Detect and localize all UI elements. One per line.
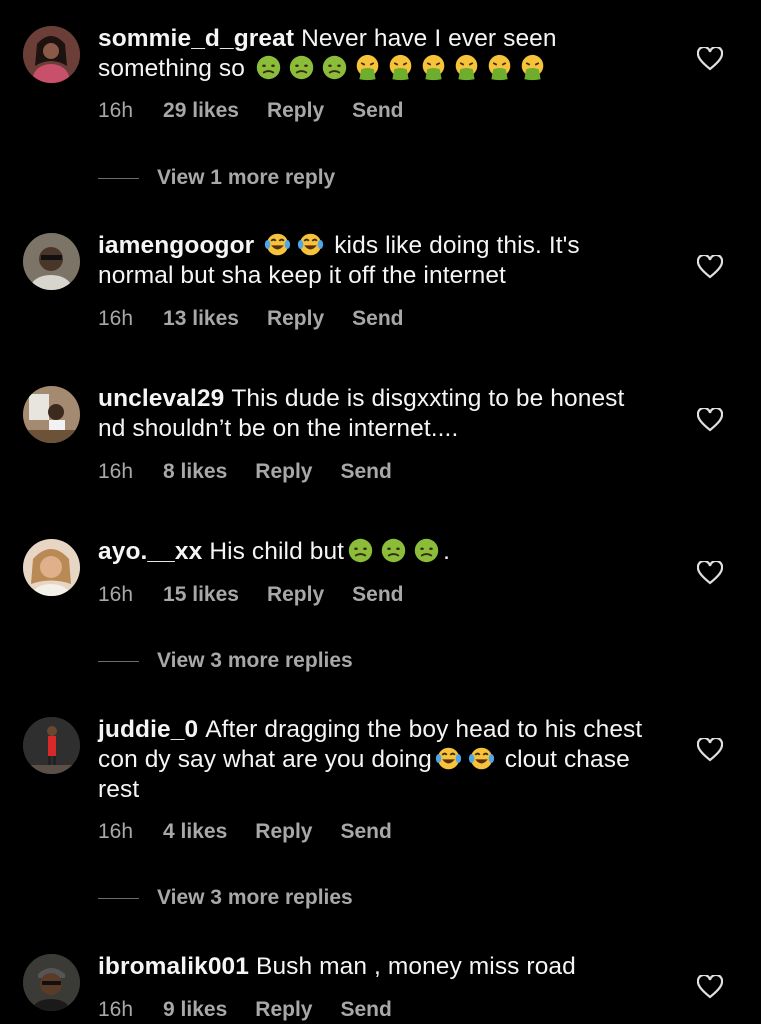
username[interactable]: ibromalik001 [98, 953, 249, 980]
tears-of-joy-icon [435, 745, 462, 772]
avatar[interactable] [23, 26, 80, 83]
timestamp: 16h [98, 820, 134, 843]
tears-of-joy-icon [468, 745, 495, 772]
view-more-replies[interactable]: View 1 more reply [98, 166, 335, 190]
tears-of-joy-icon [264, 231, 291, 258]
like-heart-icon[interactable] [697, 255, 723, 279]
timestamp: 16h [98, 99, 134, 122]
comment-meta: 16h 29 likes Reply Send [98, 99, 431, 123]
avatar[interactable] [23, 954, 80, 1011]
divider [98, 897, 139, 899]
nauseated-face-icon [413, 537, 440, 564]
avatar[interactable] [23, 233, 80, 290]
send-button[interactable]: Send [340, 998, 391, 1021]
likes-count[interactable]: 4 likes [163, 820, 227, 843]
likes-count[interactable]: 29 likes [163, 99, 239, 122]
comment-meta: 16h 4 likes Reply Send [98, 820, 420, 844]
nauseated-face-icon [347, 537, 374, 564]
likes-count[interactable]: 15 likes [163, 583, 239, 606]
comment-meta: 16h 13 likes Reply Send [98, 307, 431, 331]
vomiting-face-icon [354, 54, 381, 81]
username[interactable]: ayo.__xx [98, 538, 202, 565]
timestamp: 16h [98, 460, 134, 483]
comment-text: ayo.__xx His child but. [98, 537, 450, 565]
timestamp: 16h [98, 307, 134, 330]
vomiting-face-icon [453, 54, 480, 81]
username[interactable]: juddie_0 [98, 716, 198, 743]
avatar[interactable] [23, 386, 80, 443]
reply-button[interactable]: Reply [267, 307, 324, 330]
reply-button[interactable]: Reply [255, 820, 312, 843]
like-heart-icon[interactable] [697, 738, 723, 762]
comment-text: ibromalik001 Bush man , money miss road [98, 953, 576, 980]
comment-text: uncleval29 This dude is disgxxting to be … [98, 385, 625, 442]
send-button[interactable]: Send [352, 99, 403, 122]
nauseated-face-icon [380, 537, 407, 564]
divider [98, 177, 139, 179]
comment-meta: 16h 15 likes Reply Send [98, 583, 431, 607]
vomiting-face-icon [486, 54, 513, 81]
view-more-replies[interactable]: View 3 more replies [98, 649, 353, 673]
reply-button[interactable]: Reply [267, 99, 324, 122]
vomiting-face-icon [519, 54, 546, 81]
nauseated-face-icon [255, 54, 282, 81]
like-heart-icon[interactable] [697, 47, 723, 71]
username[interactable]: sommie_d_great [98, 25, 294, 52]
comment-meta: 16h 8 likes Reply Send [98, 460, 420, 484]
view-more-replies[interactable]: View 3 more replies [98, 886, 353, 910]
send-button[interactable]: Send [340, 460, 391, 483]
username[interactable]: uncleval29 [98, 385, 224, 412]
comment-text: juddie_0 After dragging the boy head to h… [98, 716, 643, 803]
likes-count[interactable]: 8 likes [163, 460, 227, 483]
vomiting-face-icon [387, 54, 414, 81]
send-button[interactable]: Send [352, 583, 403, 606]
reply-button[interactable]: Reply [255, 460, 312, 483]
like-heart-icon[interactable] [697, 561, 723, 585]
username[interactable]: iamengoogor [98, 232, 254, 259]
likes-count[interactable]: 9 likes [163, 998, 227, 1021]
send-button[interactable]: Send [352, 307, 403, 330]
divider [98, 660, 139, 662]
tears-of-joy-icon [297, 231, 324, 258]
timestamp: 16h [98, 583, 134, 606]
avatar[interactable] [23, 717, 80, 774]
comment-text: iamengoogor kids like doing this. It's n… [98, 231, 580, 289]
like-heart-icon[interactable] [697, 408, 723, 432]
nauseated-face-icon [288, 54, 315, 81]
nauseated-face-icon [321, 54, 348, 81]
timestamp: 16h [98, 998, 134, 1021]
likes-count[interactable]: 13 likes [163, 307, 239, 330]
comment-text: sommie_d_great Never have I ever seen som… [98, 25, 557, 82]
like-heart-icon[interactable] [697, 975, 723, 999]
vomiting-face-icon [420, 54, 447, 81]
reply-button[interactable]: Reply [255, 998, 312, 1021]
send-button[interactable]: Send [340, 820, 391, 843]
reply-button[interactable]: Reply [267, 583, 324, 606]
avatar[interactable] [23, 539, 80, 596]
comment-meta: 16h 9 likes Reply Send [98, 998, 420, 1022]
